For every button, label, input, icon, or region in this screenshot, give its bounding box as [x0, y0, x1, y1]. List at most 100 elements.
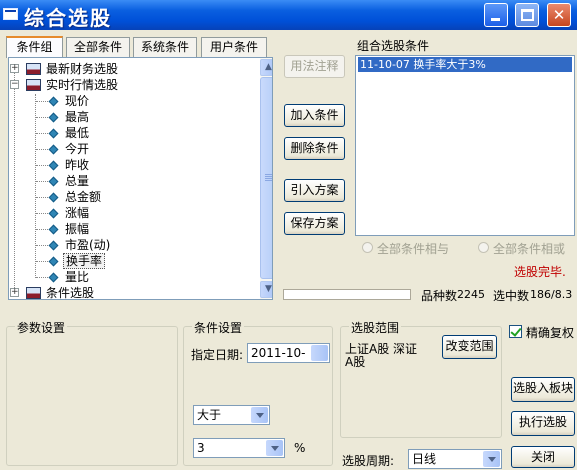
tree-leaf[interactable]: 市盈(动) [9, 237, 259, 253]
tree-leaf[interactable]: 量比 [9, 269, 259, 285]
change-range-button[interactable]: 改变范围 [442, 335, 497, 359]
date-value: 2011-10- [251, 346, 306, 360]
expand-icon[interactable]: + [10, 64, 19, 73]
add-condition-button[interactable]: 加入条件 [284, 104, 345, 127]
diamond-icon [48, 144, 59, 155]
tree-leaf[interactable]: 涨幅 [9, 205, 259, 221]
tree-leaf[interactable]: 现价 [9, 93, 259, 109]
progress-bar [283, 289, 411, 300]
tree-leaf-label: 最低 [65, 126, 90, 140]
tree-leaf[interactable]: 最高 [9, 109, 259, 125]
tree-branch [36, 245, 48, 246]
variety-label: 品种数 [421, 289, 458, 303]
diamond-icon [48, 96, 59, 107]
chevron-down-icon[interactable] [266, 440, 283, 456]
usage-note-button[interactable]: 用法注释 [284, 55, 345, 78]
close-button[interactable]: 关闭 [511, 446, 575, 468]
condition-tree[interactable]: + 最新财务选股 − 实时行情选股 现价 最高 最低 今开 昨收 总量 总金额 … [8, 57, 273, 300]
execute-selection-button[interactable]: 执行选股 [511, 411, 575, 436]
collapse-icon[interactable]: − [10, 80, 19, 89]
date-picker[interactable]: 2011-10- [247, 343, 330, 363]
maximize-button[interactable] [515, 3, 539, 27]
condition-list-item[interactable]: 11-10-07 换手率大于3% [358, 57, 572, 72]
tree-leaf[interactable]: 振幅 [9, 221, 259, 237]
radio-all-or-label: 全部条件相或 [493, 242, 566, 256]
period-select[interactable]: 日线 [408, 449, 502, 469]
range-text-line2: A股 [345, 355, 366, 369]
diamond-icon [48, 112, 59, 123]
date-dropdown-icon[interactable] [311, 345, 328, 361]
tab-system-conditions[interactable]: 系统条件 [133, 37, 197, 57]
tree-leaf[interactable]: 最低 [9, 125, 259, 141]
tree-branch [36, 213, 48, 214]
scroll-down-button[interactable]: ▼ [260, 281, 272, 298]
tree-leaf[interactable]: 总金额 [9, 189, 259, 205]
precise-adjust-checkbox[interactable] [509, 325, 522, 338]
conditions-list[interactable]: 11-10-07 换手率大于3% [355, 55, 575, 236]
tree-item-realtime-quotes[interactable]: − 实时行情选股 [9, 77, 259, 93]
tab-all-conditions[interactable]: 全部条件 [66, 37, 130, 57]
period-value: 日线 [412, 452, 437, 466]
tree-item-latest-financial[interactable]: + 最新财务选股 [9, 61, 259, 77]
tree-leaf-selected[interactable]: 换手率 [9, 253, 259, 269]
minimize-button[interactable] [484, 3, 508, 27]
radio-all-and-label: 全部条件相与 [377, 242, 450, 256]
import-plan-button[interactable]: 引入方案 [284, 179, 345, 202]
tree-leaf[interactable]: 昨收 [9, 157, 259, 173]
chevron-down-icon[interactable] [483, 451, 500, 467]
tree-leaf-label: 振幅 [65, 222, 90, 236]
title-bar: 综合选股 ✕ [0, 0, 577, 30]
tree-leaf-label: 最高 [65, 110, 90, 124]
selected-value: 186/8.3 [530, 288, 573, 301]
tab-user-conditions[interactable]: 用户条件 [201, 37, 267, 57]
scroll-up-button[interactable]: ▲ [260, 59, 272, 76]
tree-item-label: 条件选股 [46, 286, 95, 300]
radio-all-or[interactable] [478, 242, 489, 253]
delete-condition-button[interactable]: 删除条件 [284, 137, 345, 160]
tree-branch [36, 149, 48, 150]
compare-select[interactable]: 大于 [193, 405, 270, 425]
date-label: 指定日期: [191, 348, 244, 362]
scroll-thumb[interactable] [260, 77, 272, 279]
diamond-icon [48, 256, 59, 267]
status-text: 选股完毕. [514, 265, 566, 279]
diamond-icon [48, 128, 59, 139]
app-window-icon [3, 8, 18, 20]
tree-scrollbar[interactable]: ▲ ▼ [260, 58, 272, 299]
tree-leaf-label: 昨收 [65, 158, 90, 172]
window-title: 综合选股 [24, 6, 112, 30]
stock-range-title: 选股范围 [349, 319, 402, 336]
folder-icon [26, 79, 41, 91]
tree-leaf-label: 涨幅 [65, 206, 90, 220]
tree-leaf[interactable]: 今开 [9, 141, 259, 157]
tree-branch [36, 165, 48, 166]
param-settings-title: 参数设置 [15, 319, 68, 336]
diamond-icon [48, 208, 59, 219]
close-window-button[interactable]: ✕ [547, 3, 571, 27]
radio-all-and[interactable] [362, 242, 373, 253]
diamond-icon [48, 224, 59, 235]
compare-value: 大于 [197, 408, 222, 422]
condition-settings-title: 条件设置 [192, 319, 245, 336]
tree-item-label: 最新财务选股 [46, 62, 119, 76]
tree-branch [36, 181, 48, 182]
chevron-down-icon[interactable] [251, 407, 268, 423]
tree-leaf[interactable]: 总量 [9, 173, 259, 189]
diamond-icon [48, 160, 59, 171]
diamond-icon [48, 176, 59, 187]
tree-leaf-label: 量比 [65, 270, 90, 284]
tree-branch [36, 277, 48, 278]
tab-condition-group[interactable]: 条件组 [6, 36, 63, 58]
threshold-select[interactable]: 3 [193, 438, 285, 458]
add-to-block-button[interactable]: 选股入板块 [511, 377, 575, 402]
diamond-icon [48, 192, 59, 203]
expand-icon[interactable]: + [10, 288, 19, 297]
tree-item-label: 实时行情选股 [46, 78, 119, 92]
param-settings-group: 参数设置 [6, 319, 178, 466]
tree-branch [36, 229, 48, 230]
save-plan-button[interactable]: 保存方案 [284, 212, 345, 235]
tree-item-condition-select[interactable]: + 条件选股 [9, 285, 259, 300]
period-label: 选股周期: [342, 454, 395, 468]
folder-icon [26, 63, 41, 75]
tree-leaf-label: 市盈(动) [65, 238, 111, 252]
